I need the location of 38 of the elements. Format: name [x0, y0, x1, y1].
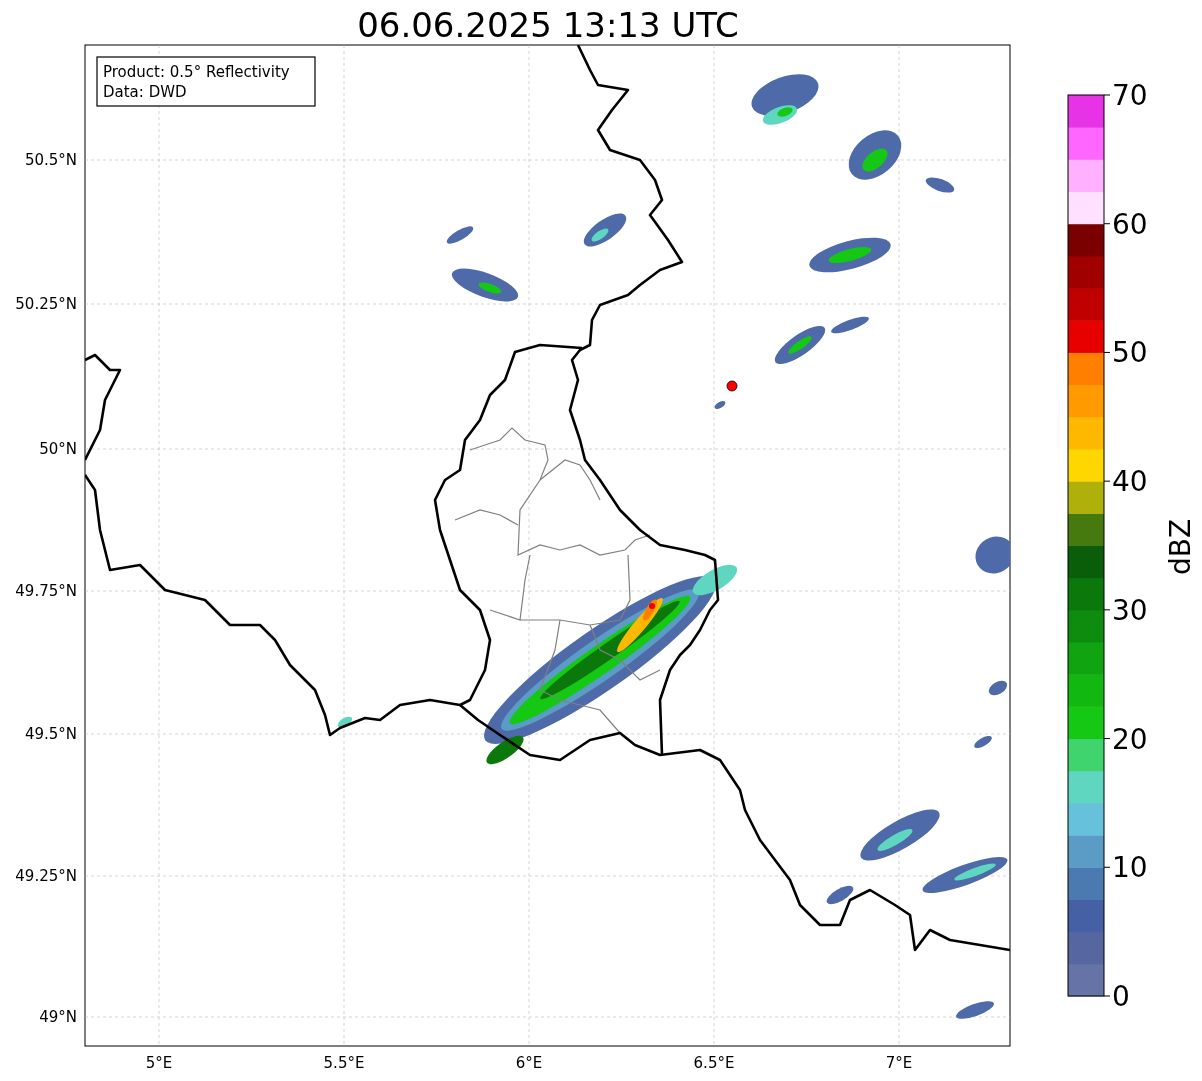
- latitude-label: 50.25°N: [15, 295, 77, 313]
- colorbar-tick-label: 10: [1112, 851, 1148, 885]
- colorbar-tick-label: 40: [1112, 465, 1148, 499]
- radar-echo: [826, 885, 854, 905]
- radar-echo: [848, 130, 902, 180]
- legend-text: Product: 0.5° Reflectivity: [103, 63, 290, 81]
- radar-echo: [714, 401, 726, 409]
- latitude-label: 50°N: [39, 440, 77, 458]
- radar-echo: [975, 536, 1010, 574]
- latitude-label: 49°N: [39, 1008, 77, 1026]
- colorbar-tick-label: 0: [1112, 980, 1130, 1013]
- latitude-label: 50.5°N: [24, 151, 77, 169]
- radar-echo: [751, 74, 819, 125]
- latitude-label: 49.75°N: [15, 582, 77, 600]
- radar-echo: [451, 268, 519, 302]
- radar-echo: [337, 716, 353, 728]
- radar-echo: [988, 680, 1008, 696]
- radar-echo: [925, 177, 955, 193]
- longitude-label: 6°E: [515, 1054, 543, 1072]
- colorbar-tick-label: 20: [1112, 722, 1148, 756]
- colorbar-tick-label: 60: [1112, 207, 1148, 241]
- radar-site-marker: [726, 380, 738, 392]
- colorbar-tick-label: 50: [1112, 336, 1148, 370]
- chart-title: 06.06.2025 13:13 UTC: [357, 5, 739, 45]
- legend-text: Data: DWD: [103, 83, 187, 101]
- latitude-label: 49.5°N: [24, 725, 77, 743]
- radar-echo: [583, 213, 627, 247]
- longitude-label: 5°E: [145, 1054, 173, 1072]
- longitude-label: 5.5°E: [323, 1054, 365, 1072]
- longitude-label: 7°E: [885, 1054, 913, 1072]
- colorbar-label: dBZ: [1164, 518, 1197, 576]
- radar-echo: [446, 226, 474, 244]
- colorbar-tick-label: 70: [1112, 79, 1148, 112]
- radar-echo: [974, 735, 992, 749]
- radar-echo: [956, 1001, 994, 1019]
- latitude-label: 49.25°N: [15, 867, 77, 885]
- colorbar-tick-label: 30: [1112, 593, 1148, 627]
- longitude-label: 6.5°E: [693, 1054, 735, 1072]
